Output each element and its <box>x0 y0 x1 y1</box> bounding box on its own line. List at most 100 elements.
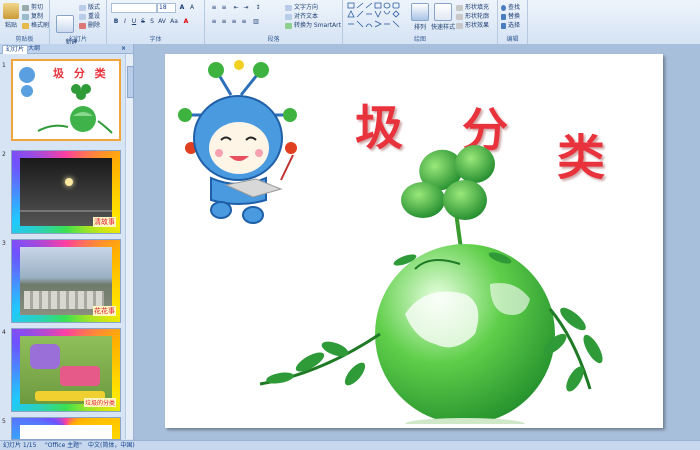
thumb-3-caption: 花花事 <box>93 306 116 316</box>
close-pane-icon[interactable]: × <box>118 45 129 53</box>
text-direction-button[interactable]: 文字方向 <box>285 2 318 11</box>
align-center-button[interactable]: ≡ <box>219 17 229 26</box>
thumbnail-scrollbar[interactable] <box>125 54 134 439</box>
cut-label: 剪切 <box>31 4 44 11</box>
text-direction-icon <box>285 4 292 11</box>
layout-icon <box>79 4 86 11</box>
grow-font-button[interactable]: A <box>177 3 187 12</box>
slides-group-label: 幻灯片 <box>68 36 87 43</box>
earth-clover-image <box>259 145 603 424</box>
copy-icon <box>22 13 29 20</box>
font-size-combo[interactable]: 18 <box>157 3 176 13</box>
replace-button[interactable]: 替换 <box>501 11 520 20</box>
spacing-button[interactable]: AV <box>157 17 167 26</box>
smartart-icon <box>285 22 292 29</box>
justify-button[interactable]: ≡ <box>239 17 249 26</box>
shape-fill-button[interactable]: 形状填充 <box>456 2 489 11</box>
thumb-number: 1 <box>2 62 6 69</box>
shapes-gallery[interactable] <box>347 2 407 30</box>
thumb-1-title: 圾 分 类 <box>53 67 109 80</box>
paragraph-group-label: 段落 <box>267 36 280 43</box>
columns-button[interactable]: ▥ <box>251 17 261 26</box>
reset-label: 重设 <box>88 13 101 20</box>
smartart-button[interactable]: 转换为 SmartArt <box>285 20 341 29</box>
quick-styles-label: 快速样式 <box>431 24 456 31</box>
slide-thumb-4[interactable]: 垃圾的分类 <box>11 328 121 412</box>
thumb-4-caption: 垃圾的分类 <box>83 398 116 407</box>
font-name-combo[interactable] <box>111 3 157 13</box>
editing-group: 查找 替换 选择 编辑 <box>498 0 528 44</box>
arrange-icon <box>411 3 429 21</box>
align-text-label: 对齐文本 <box>294 13 319 20</box>
select-label: 选择 <box>508 22 521 29</box>
select-arrow-icon <box>501 22 506 29</box>
shape-effects-label: 形状效果 <box>465 22 490 29</box>
bullets-button[interactable]: ≡ <box>209 3 219 12</box>
clipboard-group: 粘贴 剪切 复制 格式刷 剪贴板 <box>0 0 50 44</box>
paste-label: 粘贴 <box>4 22 17 29</box>
slide-thumb-5[interactable] <box>11 417 121 440</box>
quick-styles-button[interactable]: 快速样式 <box>431 3 455 31</box>
copy-button[interactable]: 复制 <box>22 11 43 20</box>
quick-styles-icon <box>434 3 452 21</box>
paste-button[interactable]: 粘贴 <box>3 3 19 29</box>
layout-label: 版式 <box>88 4 101 11</box>
thumb-number: 4 <box>2 329 6 336</box>
shape-outline-label: 形状轮廓 <box>465 13 490 20</box>
night-street-photo <box>20 158 112 226</box>
smartart-label: 转换为 SmartArt <box>294 22 341 29</box>
slide-thumb-2[interactable]: 清故事 <box>11 150 121 234</box>
arrange-button[interactable]: 排列 <box>411 3 429 31</box>
layout-button[interactable]: 版式 <box>79 2 100 11</box>
decrease-indent-button[interactable]: ⇤ <box>231 3 241 12</box>
fill-bucket-icon <box>456 4 463 11</box>
align-left-button[interactable]: ≡ <box>209 17 219 26</box>
arrange-label: 排列 <box>413 24 426 31</box>
scrollbar-thumb[interactable] <box>127 66 134 98</box>
new-slide-icon <box>56 15 74 33</box>
replace-icon <box>501 13 506 20</box>
shape-outline-button[interactable]: 形状轮廓 <box>456 11 489 20</box>
change-case-button[interactable]: Aa <box>169 17 179 26</box>
format-painter-button[interactable]: 格式刷 <box>22 20 49 29</box>
shrink-font-button[interactable]: A <box>187 3 197 12</box>
thumb-number: 2 <box>2 151 6 158</box>
paste-icon <box>3 3 19 19</box>
increase-indent-button[interactable]: ⇥ <box>241 3 251 12</box>
pane-tabs: 幻灯片 大纲 × <box>0 44 133 54</box>
font-group-label: 字体 <box>149 36 162 43</box>
reset-icon <box>79 13 86 20</box>
numbering-button[interactable]: ≡ <box>219 3 229 12</box>
find-label: 查找 <box>508 4 521 11</box>
shadow-button[interactable]: S <box>147 17 157 26</box>
find-button[interactable]: 查找 <box>501 2 520 11</box>
garden-photo <box>20 336 112 404</box>
paragraph-group: ≡ ≡ ⇤ ⇥ ↕ ≡ ≡ ≡ ≡ ▥ 文字方向 对齐文本 转换为 SmartA… <box>205 0 343 44</box>
slide-thumbnail-pane: 幻灯片 大纲 × 1 圾 分 类 2 清故事 3 花花事 4 垃圾的分类 5 <box>0 44 134 440</box>
thumb-5-content <box>20 425 112 439</box>
font-color-button[interactable]: A <box>181 17 191 26</box>
slides-group: 新建 幻灯片 版式 重设 删除 幻灯片 <box>50 0 107 52</box>
brush-icon <box>22 22 29 29</box>
select-button[interactable]: 选择 <box>501 20 520 29</box>
shape-effects-button[interactable]: 形状效果 <box>456 20 489 29</box>
reset-button[interactable]: 重设 <box>79 11 100 20</box>
copy-label: 复制 <box>31 13 44 20</box>
outline-pen-icon <box>456 13 463 20</box>
slide-thumb-3[interactable]: 花花事 <box>11 239 121 323</box>
align-text-button[interactable]: 对齐文本 <box>285 11 318 20</box>
thumb-number: 3 <box>2 240 6 247</box>
clipboard-group-label: 剪贴板 <box>15 36 34 43</box>
font-size-value: 18 <box>159 4 167 11</box>
tab-outline[interactable]: 大纲 <box>25 45 43 53</box>
cut-button[interactable]: 剪切 <box>22 2 43 11</box>
align-right-button[interactable]: ≡ <box>229 17 239 26</box>
line-spacing-button[interactable]: ↕ <box>253 3 263 12</box>
format-painter-label: 格式刷 <box>31 22 50 29</box>
font-group: 18 A A B I U S S AV Aa A 字体 <box>107 0 205 44</box>
current-slide[interactable]: 圾 分 类 <box>165 54 663 428</box>
delete-label: 删除 <box>88 22 101 29</box>
slide-thumb-1[interactable]: 圾 分 类 <box>11 59 121 141</box>
delete-button[interactable]: 删除 <box>79 20 100 29</box>
delete-icon <box>79 22 86 29</box>
